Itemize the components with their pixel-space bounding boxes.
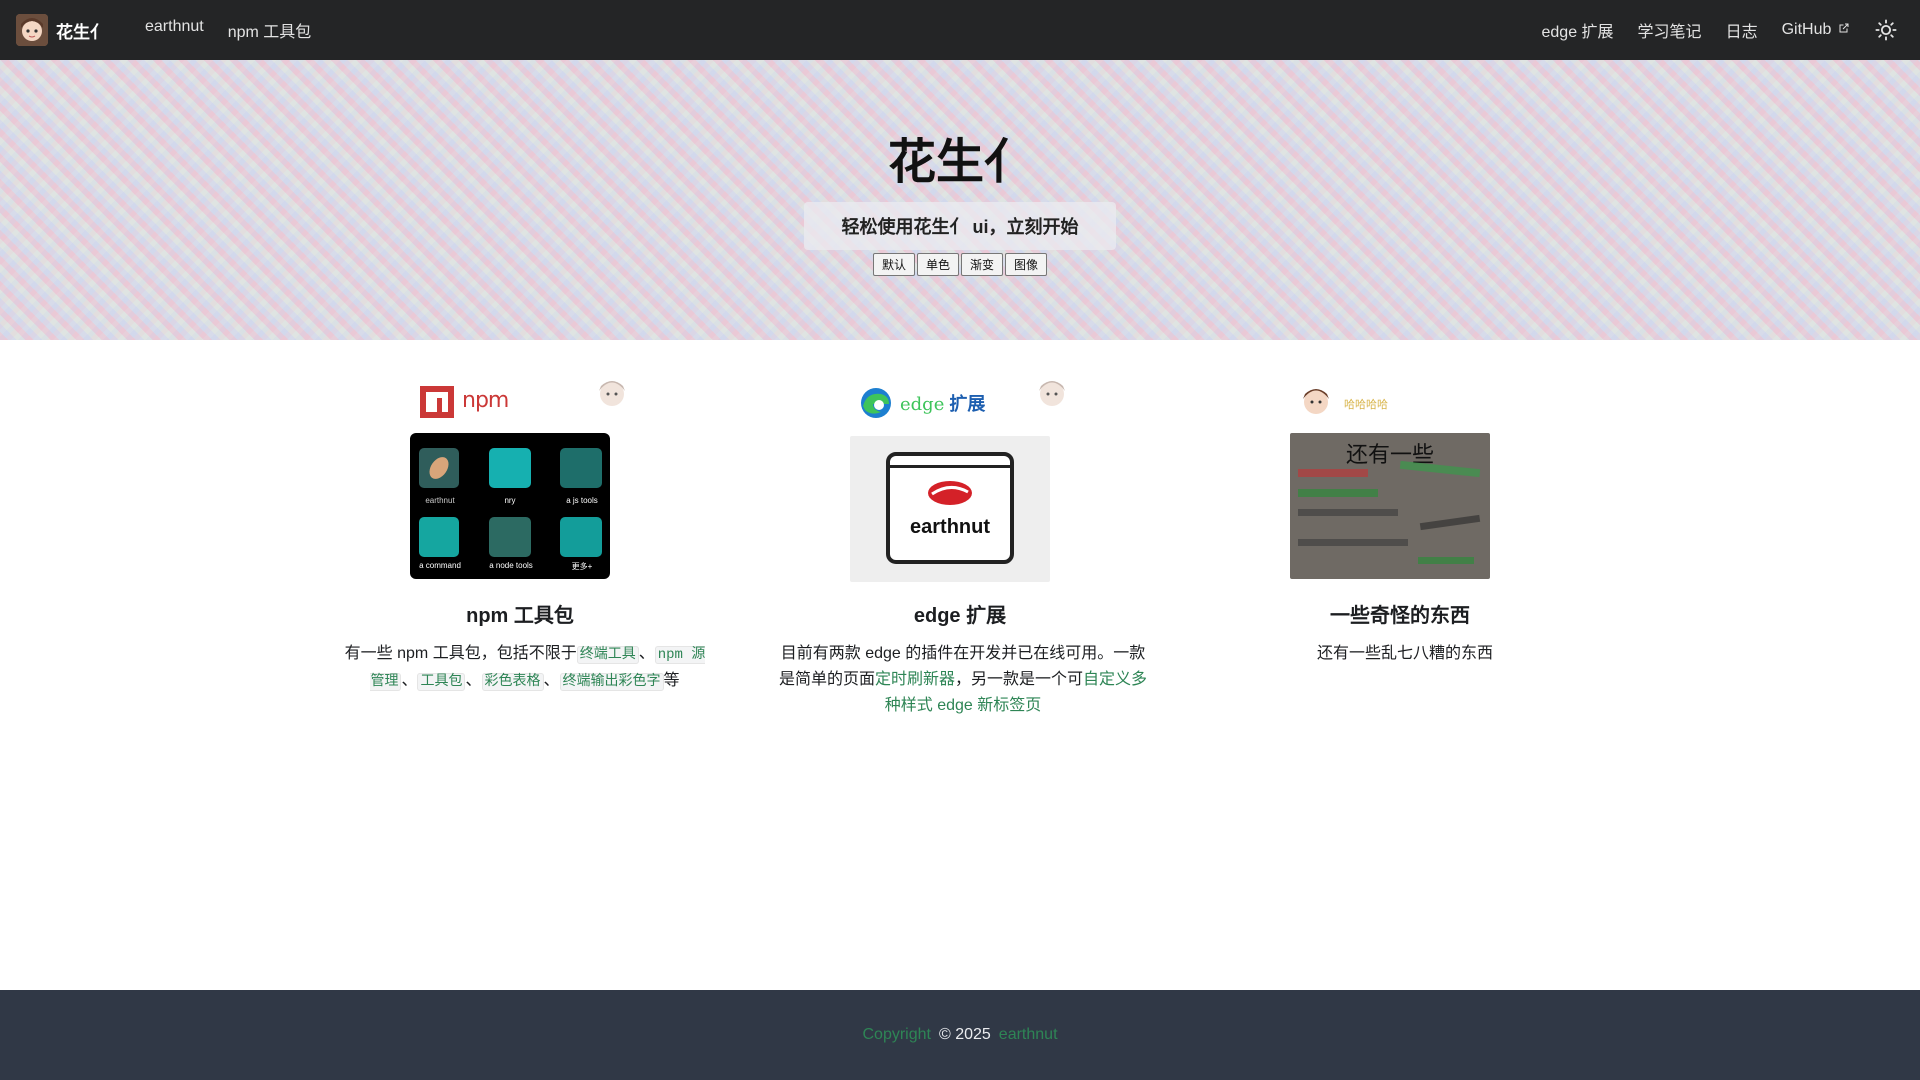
misc-image-title: 还有一些 xyxy=(1345,443,1434,468)
tile-label-js-tools: a js tools xyxy=(566,496,598,505)
link-color-table[interactable]: 彩色表格 xyxy=(481,673,544,691)
scribble xyxy=(1298,509,1398,516)
footer-copyright-link[interactable]: Copyright xyxy=(862,1026,930,1044)
scribble xyxy=(1298,489,1378,497)
tile-node-tools xyxy=(489,517,531,557)
tile-nry xyxy=(489,448,531,488)
edge-desc-middle: ，另一款是一个可 xyxy=(955,671,1084,688)
github-label: GitHub xyxy=(1781,21,1832,38)
npm-desc-prefix: 有一些 npm 工具包，包括不限于 xyxy=(344,645,577,662)
feature-npm-desc: 有一些 npm 工具包，包括不限于 终端工具、 npm 源管理、工具包、彩色表格、终… xyxy=(340,641,710,695)
scribble xyxy=(1298,469,1368,477)
feature-misc-title: 一些奇怪的东西 xyxy=(1330,605,1470,627)
feature-npm: npm earthnut nry a js tools a command a … xyxy=(300,370,740,691)
brand[interactable]: 花生亻 xyxy=(16,14,107,46)
desc-sep: 、 xyxy=(401,672,418,689)
hero-title: 花生亻 xyxy=(887,136,1032,189)
nav-link-npm[interactable]: npm 工具包 xyxy=(216,18,324,42)
navbar: 花生亻 earthnut npm 工具包 edge 扩展 学习笔记 日志 Git… xyxy=(0,0,1920,60)
nav-link-edge[interactable]: edge 扩展 xyxy=(1530,18,1626,42)
feature-edge-desc: 目前有两款 edge 的插件在开发并已在线可用。一款是简单的页面定时刷新器，另一… xyxy=(774,641,1152,719)
scribble xyxy=(1298,539,1408,546)
feature-npm-title: npm 工具包 xyxy=(466,605,574,627)
style-image-button[interactable]: 图像 xyxy=(1005,253,1047,276)
npm-logo-icon xyxy=(420,386,454,418)
feature-misc-header: 哈哈哈哈 xyxy=(1180,370,1620,430)
feature-edge-header: edge 扩展 xyxy=(740,370,1180,430)
link-page-refresher[interactable]: 定时刷新器 xyxy=(875,671,955,688)
tile-label-command: a command xyxy=(419,561,461,570)
npm-desc-suffix: 等 xyxy=(663,672,680,689)
desc-sep: 、 xyxy=(638,645,655,662)
nav-link-log[interactable]: 日志 xyxy=(1714,18,1770,42)
feature-npm-header: npm xyxy=(300,370,740,430)
feature-edge-title: edge 扩展 xyxy=(913,605,1007,627)
npm-logo-text: npm xyxy=(462,388,509,413)
footer-year: © 2025 xyxy=(938,1026,991,1043)
link-toolkit[interactable]: 工具包 xyxy=(417,673,466,691)
brand-title[interactable]: 花生亻 xyxy=(56,18,107,43)
edge-logo-icon xyxy=(861,388,891,418)
mascot-icon xyxy=(1303,389,1329,414)
hero-subtitle: 轻松使用花生亻 ui，立刻开始 xyxy=(804,202,1116,250)
edge-logo-text: edge 扩展 xyxy=(900,390,985,416)
edge-logo-cn: 扩展 xyxy=(949,394,986,414)
style-mono-button[interactable]: 单色 xyxy=(917,253,959,276)
hero-banner: 花生亻 轻松使用花生亻 ui，立刻开始 默认 单色 渐变 图像 xyxy=(0,60,1920,340)
footer: Copyright © 2025 earthnut xyxy=(0,990,1920,1080)
edge-logo-word: edge xyxy=(900,394,945,415)
sun-icon[interactable] xyxy=(1868,12,1904,48)
nav-right: edge 扩展 学习笔记 日志 GitHub xyxy=(1530,12,1905,48)
misc-logo-text: 哈哈哈哈 xyxy=(1344,399,1388,411)
peanut-icon xyxy=(928,481,972,505)
link-color-text[interactable]: 终端输出彩色字 xyxy=(559,673,664,691)
link-terminal-tools[interactable]: 终端工具 xyxy=(576,646,639,664)
edge-extension-image: earthnut xyxy=(850,436,1050,582)
scribble xyxy=(1418,557,1474,564)
nav-link-notes[interactable]: 学习笔记 xyxy=(1626,18,1714,42)
style-default-button[interactable]: 默认 xyxy=(873,253,915,276)
feature-misc-desc: 还有一些乱七八糟的东西 xyxy=(1316,645,1493,662)
desc-sep: 、 xyxy=(465,672,482,689)
browser-window-graphic: earthnut xyxy=(886,452,1014,564)
tile-label-more: 更多+ xyxy=(571,562,593,571)
nav-link-earthnut[interactable]: earthnut xyxy=(133,18,216,42)
feature-edge: edge 扩展 earthnut edge 扩展 目前有两款 edge 的插件在… xyxy=(740,370,1180,714)
mascot-icon xyxy=(1039,381,1065,406)
hero-subtitle-text: 轻松使用花生亻 ui，立刻开始 xyxy=(841,217,1079,237)
nav-link-github[interactable]: GitHub xyxy=(1770,21,1862,39)
avatar-logo-icon[interactable] xyxy=(16,14,48,46)
mascot-icon xyxy=(599,381,625,406)
browser-bar xyxy=(890,456,1010,468)
background-style-buttons: 默认 单色 渐变 图像 xyxy=(0,253,1920,276)
desc-sep: 、 xyxy=(543,672,560,689)
feature-misc: 哈哈哈哈 还有一些 一些奇怪的东西 还有一些乱七八糟的东西 xyxy=(1180,370,1620,662)
tile-label-node-tools: a node tools xyxy=(489,561,533,570)
style-gradient-button[interactable]: 渐变 xyxy=(961,253,1003,276)
tile-label-nry: nry xyxy=(504,496,516,505)
scribble xyxy=(1419,514,1481,531)
edge-image-text: earthnut xyxy=(910,516,990,538)
nav-left: earthnut npm 工具包 xyxy=(133,18,323,42)
external-link-icon xyxy=(1834,22,1850,37)
misc-image: 还有一些 xyxy=(1290,433,1490,579)
tile-js-tools xyxy=(560,448,602,488)
tile-earthnut xyxy=(419,448,459,488)
tile-more xyxy=(560,517,602,557)
tile-command xyxy=(419,517,459,557)
tile-label-earthnut: earthnut xyxy=(425,496,455,505)
npm-tools-image: earthnut nry a js tools a command a node… xyxy=(410,433,610,579)
footer-author-link[interactable]: earthnut xyxy=(999,1026,1058,1044)
